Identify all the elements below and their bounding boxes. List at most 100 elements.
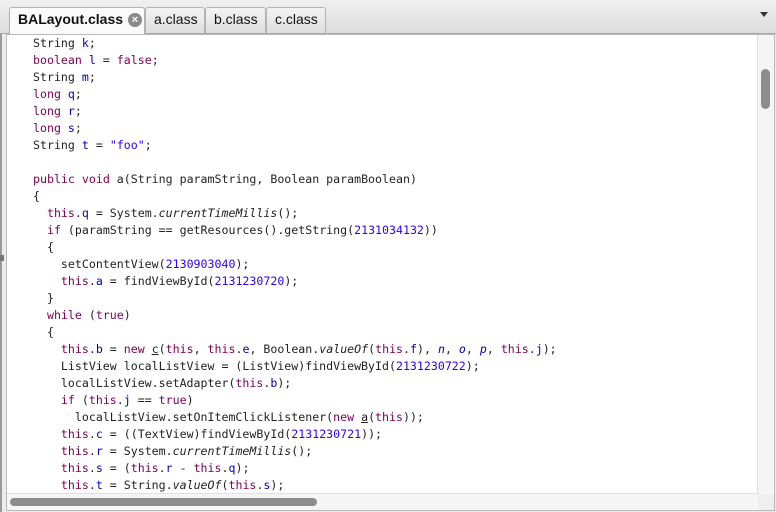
vertical-scrollbar[interactable] xyxy=(757,35,774,494)
code-token: ListView localListView = (ListView)findV… xyxy=(33,359,396,373)
code-token: o xyxy=(458,342,466,356)
code-line: { xyxy=(33,239,753,256)
code-token: currentTimeMillis xyxy=(158,206,278,220)
code-token: = ((TextView)findViewById( xyxy=(102,427,292,441)
code-token: ; xyxy=(144,138,152,152)
code-editor[interactable]: String k; boolean l = false; String m; long… xyxy=(6,34,775,511)
code-token: this xyxy=(193,461,222,475)
code-token: false xyxy=(116,53,152,67)
code-token: . xyxy=(88,274,96,288)
code-token: ( xyxy=(158,342,166,356)
code-token: j xyxy=(123,393,131,407)
code-token: c xyxy=(151,342,159,356)
code-token: ) xyxy=(123,308,131,322)
tab-c-class[interactable]: c.class xyxy=(266,7,326,33)
horizontal-scroll-thumb[interactable] xyxy=(10,498,317,506)
code-token: r xyxy=(95,444,103,458)
tab-b-class[interactable]: b.class xyxy=(205,7,266,33)
code-token: ( xyxy=(74,393,89,407)
code-token: , Boolean. xyxy=(249,342,320,356)
source-code: String k; boolean l = false; String m; long… xyxy=(33,35,753,494)
code-line: this.r = System.currentTimeMillis(); xyxy=(33,443,753,460)
tab-label: BALayout.class xyxy=(18,11,124,27)
code-token: 2131230720 xyxy=(214,274,285,288)
code-line: if (this.j == true) xyxy=(33,392,753,409)
code-token: . xyxy=(88,342,96,356)
chevron-down-icon[interactable] xyxy=(760,12,768,17)
code-token: this xyxy=(228,478,257,492)
code-line: } xyxy=(33,290,753,307)
code-token: f xyxy=(410,342,417,356)
code-token: ( xyxy=(368,410,376,424)
code-token: = xyxy=(102,342,124,356)
code-token: 2130903040 xyxy=(165,257,236,271)
code-token: )); xyxy=(361,427,383,441)
code-token: ); xyxy=(542,342,557,356)
editor-tab-bar: BALayout.class × a.class b.class c.class xyxy=(0,0,776,34)
code-token: { xyxy=(33,325,54,339)
code-token: . xyxy=(74,206,82,220)
code-token: } xyxy=(33,291,54,305)
code-line: this.t = String.valueOf(this.s); xyxy=(33,477,753,494)
code-token: if xyxy=(46,223,61,237)
code-token: a xyxy=(361,410,369,424)
code-token: . xyxy=(88,461,96,475)
horizontal-scrollbar[interactable] xyxy=(7,493,759,510)
code-token: boolean xyxy=(33,53,89,67)
code-token: c xyxy=(95,427,103,441)
code-token: this xyxy=(207,342,236,356)
code-token: . xyxy=(88,427,96,441)
code-line: String m; xyxy=(33,69,753,86)
code-token: r xyxy=(67,104,75,118)
code-line: String t = "foo"; xyxy=(33,137,753,154)
code-token: s xyxy=(95,461,103,475)
code-token: public xyxy=(33,172,82,186)
close-icon[interactable]: × xyxy=(128,13,142,27)
splitter-handle-icon xyxy=(0,255,4,261)
code-token: = findViewById( xyxy=(102,274,215,288)
vertical-scroll-thumb[interactable] xyxy=(761,69,770,109)
code-line: while (true) xyxy=(33,307,753,324)
code-token: this xyxy=(60,274,89,288)
scrollbar-corner xyxy=(758,494,774,510)
code-line: long q; xyxy=(33,86,753,103)
code-line: setContentView(2130903040); xyxy=(33,256,753,273)
code-token: ; xyxy=(88,36,96,50)
tab-balayout-class[interactable]: BALayout.class × xyxy=(9,7,145,34)
code-token: q xyxy=(81,206,89,220)
code-token: . xyxy=(403,342,411,356)
code-token: - xyxy=(172,461,194,475)
code-token: ) xyxy=(186,393,194,407)
code-token: this xyxy=(60,427,89,441)
code-token: String xyxy=(33,70,82,84)
code-token: (paramString == getResources().getString… xyxy=(60,223,355,237)
code-token: { xyxy=(33,189,40,203)
code-line: ListView localListView = (ListView)findV… xyxy=(33,358,753,375)
code-token: k xyxy=(81,36,89,50)
code-line: this.s = (this.r - this.q); xyxy=(33,460,753,477)
code-token: == xyxy=(130,393,159,407)
code-token: new xyxy=(333,410,362,424)
code-token: localListView.setAdapter( xyxy=(33,376,236,390)
tab-a-class[interactable]: a.class xyxy=(145,7,205,33)
code-token: ); xyxy=(465,359,480,373)
code-token: 2131230721 xyxy=(291,427,362,441)
code-token: 2131230722 xyxy=(395,359,466,373)
code-token: . xyxy=(88,478,96,492)
code-token: ; xyxy=(74,104,82,118)
code-token: void xyxy=(81,172,117,186)
code-token: , xyxy=(444,342,459,356)
code-token: new xyxy=(123,342,152,356)
code-line: { xyxy=(33,324,753,341)
code-token: this xyxy=(130,461,159,475)
code-token: = System. xyxy=(88,206,159,220)
code-token: = System. xyxy=(102,444,173,458)
